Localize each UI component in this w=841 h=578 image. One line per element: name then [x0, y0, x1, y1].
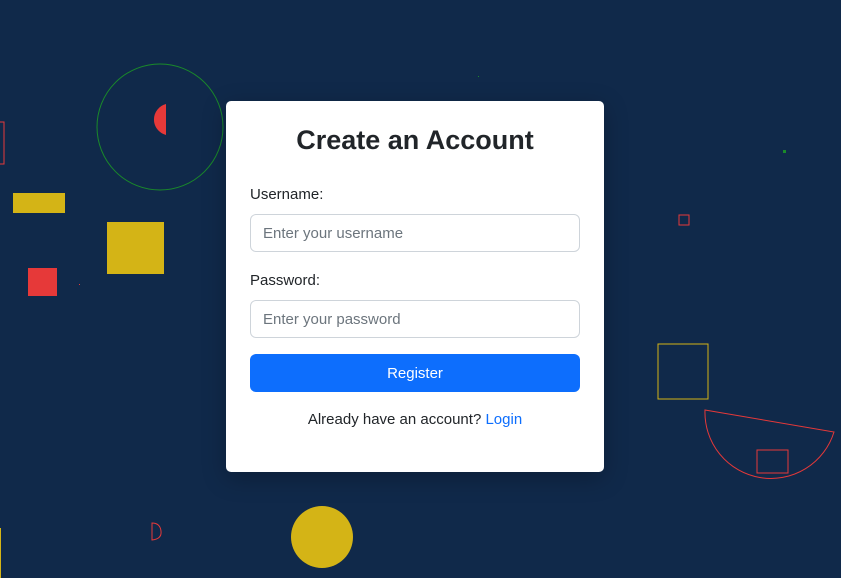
- red-outline-semicircle: [704, 409, 835, 479]
- register-button[interactable]: Register: [250, 354, 580, 392]
- yellow-outline-square: [657, 343, 709, 400]
- page-title: Create an Account: [296, 125, 534, 155]
- red-outline-small-square: [678, 214, 690, 226]
- username-input[interactable]: [250, 214, 580, 252]
- login-prompt-text: Already have an account?: [307, 411, 482, 428]
- green-dot: [783, 150, 786, 153]
- login-link[interactable]: Login: [485, 411, 522, 428]
- red-half-circle: [153, 104, 166, 135]
- red-dot-small: [79, 284, 80, 285]
- yellow-square: [107, 222, 164, 274]
- green-dot-small: [478, 76, 479, 77]
- red-outline-rect: [756, 449, 789, 474]
- page-background: Create an Account Username: Password: Re…: [0, 0, 841, 578]
- red-outline-rect-edge: [0, 121, 5, 165]
- password-input[interactable]: [250, 300, 580, 338]
- register-card: Create an Account Username: Password: Re…: [226, 101, 604, 472]
- red-square: [28, 268, 57, 296]
- password-label: Password:: [250, 272, 321, 289]
- yellow-bar: [13, 193, 65, 213]
- login-prompt-row: Already have an account? Login: [226, 411, 604, 428]
- red-outline-d-shape: [151, 522, 162, 541]
- yellow-circle: [291, 506, 353, 568]
- username-label: Username:: [250, 186, 324, 203]
